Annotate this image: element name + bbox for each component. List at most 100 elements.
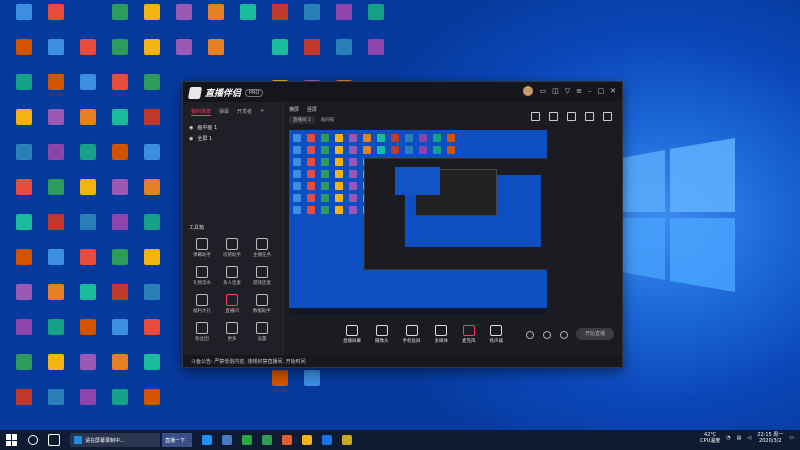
tool-item[interactable]: 福利大礼	[187, 294, 217, 314]
start-button[interactable]	[6, 434, 18, 446]
menu-icon[interactable]: ≡	[576, 87, 582, 95]
desktop-shortcut[interactable]	[6, 249, 42, 283]
source-button[interactable]: 手机投屏	[403, 325, 421, 344]
desktop-shortcut[interactable]	[6, 144, 42, 178]
taskbar-app-active[interactable]: 直播一下	[162, 433, 192, 447]
desktop-shortcut[interactable]	[102, 249, 138, 283]
desktop-shortcut[interactable]	[102, 319, 138, 353]
desktop-shortcut[interactable]	[70, 39, 106, 73]
network-icon[interactable]: ▤	[737, 435, 742, 441]
app-icon[interactable]	[262, 435, 272, 445]
desktop-shortcut[interactable]	[134, 284, 170, 318]
desktop-shortcut[interactable]	[70, 354, 106, 388]
app-icon[interactable]	[322, 435, 332, 445]
desktop-shortcut[interactable]	[102, 354, 138, 388]
desktop-shortcut[interactable]	[134, 214, 170, 248]
shirt-icon[interactable]: ▽	[565, 87, 570, 95]
bell-icon[interactable]	[585, 112, 594, 121]
desktop-shortcut[interactable]	[38, 109, 74, 143]
notification-icon[interactable]: ▭	[789, 435, 794, 441]
desktop-shortcut[interactable]	[38, 39, 74, 73]
desktop-shortcut[interactable]	[102, 39, 138, 73]
desktop-shortcut[interactable]	[102, 214, 138, 248]
desktop-shortcut[interactable]	[38, 284, 74, 318]
eye-icon[interactable]: ◉	[189, 136, 193, 142]
clock[interactable]: 22:15 周一 2020/3/2	[757, 432, 783, 444]
desktop-shortcut[interactable]	[6, 4, 42, 38]
tool-item[interactable]: 数据助手	[247, 294, 277, 314]
close-icon[interactable]: ✕	[610, 87, 616, 95]
desktop-shortcut[interactable]	[294, 4, 330, 38]
desktop-shortcut[interactable]	[294, 370, 330, 404]
desktop-shortcut[interactable]	[134, 144, 170, 178]
source-button[interactable]: 摄像头	[375, 325, 389, 344]
desktop-shortcut[interactable]	[262, 370, 298, 404]
scene-item[interactable]: ◉ 全屏 1	[183, 133, 283, 144]
desktop-shortcut[interactable]	[102, 4, 138, 38]
desktop-shortcut[interactable]	[6, 214, 42, 248]
desktop-shortcut[interactable]	[38, 179, 74, 213]
tool-item[interactable]: 礼物流水	[187, 266, 217, 286]
desktop-shortcut[interactable]	[38, 319, 74, 353]
tool-item[interactable]: 直播间	[217, 294, 247, 314]
desktop-shortcut[interactable]	[6, 109, 42, 143]
desktop-shortcut[interactable]	[262, 4, 298, 38]
record-icon[interactable]	[531, 112, 540, 121]
desktop-shortcut[interactable]	[102, 179, 138, 213]
desktop-shortcut[interactable]	[134, 179, 170, 213]
tool-item[interactable]: 设置	[247, 322, 277, 342]
tab-scenes[interactable]: 我的场景	[191, 108, 212, 116]
app-icon[interactable]	[342, 435, 352, 445]
desktop-shortcut[interactable]	[38, 214, 74, 248]
minimize-icon[interactable]: –	[588, 87, 592, 95]
desktop-shortcut[interactable]	[70, 74, 106, 108]
tool-item[interactable]: 粉丝团	[187, 322, 217, 342]
settings-icon[interactable]	[567, 112, 576, 121]
desktop-shortcut[interactable]	[70, 249, 106, 283]
tool-item[interactable]: 更多	[217, 322, 247, 342]
desktop-shortcut[interactable]	[326, 39, 362, 73]
desktop-shortcut[interactable]	[38, 74, 74, 108]
desktop-shortcut[interactable]	[134, 249, 170, 283]
desktop-shortcut[interactable]	[6, 74, 42, 108]
timer-icon[interactable]	[543, 331, 551, 339]
tray-icon[interactable]: ◔	[726, 435, 730, 441]
desktop-shortcut[interactable]	[326, 4, 362, 38]
app-icon[interactable]	[302, 435, 312, 445]
desktop-shortcut[interactable]	[70, 144, 106, 178]
desktop-shortcut[interactable]	[166, 4, 202, 38]
desktop-shortcut[interactable]	[134, 109, 170, 143]
desktop-shortcut[interactable]	[38, 249, 74, 283]
desktop-shortcut[interactable]	[102, 74, 138, 108]
tab-danmu[interactable]: 弹幕	[219, 108, 229, 116]
desktop-shortcut[interactable]	[134, 4, 170, 38]
tool-item[interactable]: 游戏连麦	[247, 266, 277, 286]
app-icon[interactable]	[282, 435, 292, 445]
desktop-shortcut[interactable]	[38, 354, 74, 388]
desktop-shortcut[interactable]	[102, 284, 138, 318]
tool-item[interactable]: 多人连麦	[217, 266, 247, 286]
desktop-shortcut[interactable]	[6, 179, 42, 213]
desktop-shortcut[interactable]	[6, 389, 42, 423]
desktop-shortcut[interactable]	[70, 319, 106, 353]
desktop-shortcut[interactable]	[102, 109, 138, 143]
desktop-shortcut[interactable]	[70, 109, 106, 143]
desktop-shortcut[interactable]	[134, 319, 170, 353]
source-button[interactable]: 多媒体	[435, 325, 448, 344]
desktop-shortcut[interactable]	[70, 284, 106, 318]
source-button[interactable]: 麦克风	[462, 325, 476, 344]
edge-icon[interactable]	[202, 435, 212, 445]
desktop-shortcut[interactable]	[262, 39, 298, 73]
stream-preview[interactable]	[289, 130, 547, 314]
add-scene-icon[interactable]: +	[260, 108, 264, 116]
app-icon[interactable]	[222, 435, 232, 445]
tool-item[interactable]: 房管助手	[217, 238, 247, 258]
desktop-shortcut[interactable]	[6, 284, 42, 318]
maximize-icon[interactable]: □	[598, 87, 605, 95]
desktop-shortcut[interactable]	[134, 74, 170, 108]
desktop-shortcut[interactable]	[358, 4, 394, 38]
desktop-shortcut[interactable]	[134, 39, 170, 73]
source-button[interactable]: 扬声器	[490, 325, 503, 344]
desktop-shortcut[interactable]	[294, 39, 330, 73]
desktop-shortcut[interactable]	[70, 179, 106, 213]
